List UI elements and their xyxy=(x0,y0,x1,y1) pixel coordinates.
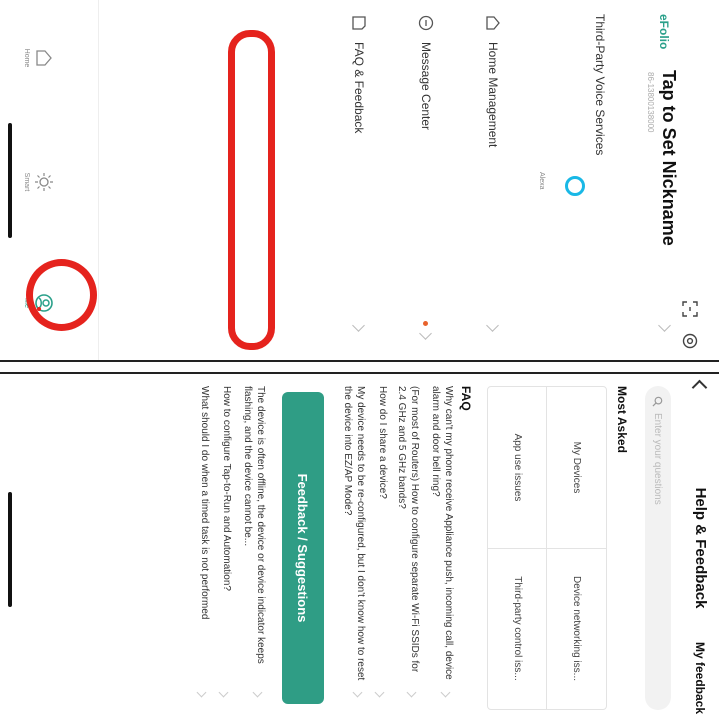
home-indicator-bar xyxy=(8,492,12,607)
unread-badge xyxy=(423,321,428,326)
category-third-party-control[interactable]: Third-party control iss... xyxy=(488,548,547,709)
tab-smart-label: Smart xyxy=(23,172,30,192)
faq-item[interactable]: (For most of Routers) How to configure s… xyxy=(395,386,421,686)
menu-item-home-management[interactable]: Home Management xyxy=(482,14,504,147)
category-my-devices[interactable]: My Devices xyxy=(547,387,606,548)
search-input[interactable]: Enter your questions xyxy=(645,386,671,710)
chevron-right-icon xyxy=(419,327,432,340)
chevron-right-icon xyxy=(440,687,451,698)
help-feedback-content: Help & Feedback My feedback Enter your q… xyxy=(0,374,719,722)
header-actions xyxy=(681,300,699,350)
me-tab-highlight-circle xyxy=(26,259,97,331)
search-placeholder: Enter your questions xyxy=(652,413,664,505)
faq-item[interactable]: What should I do when a timed task is no… xyxy=(198,386,211,686)
search-icon xyxy=(652,396,663,407)
most-asked-grid: My Devices Device networking iss... App … xyxy=(487,386,607,710)
chevron-right-icon xyxy=(352,687,363,698)
house-outline-icon xyxy=(486,16,500,30)
faq-item[interactable]: My device needs to be re-configured, but… xyxy=(341,386,367,686)
most-asked-title: Most Asked xyxy=(615,386,629,453)
profile-chevron-icon[interactable] xyxy=(658,319,671,332)
alexa-icon[interactable] xyxy=(565,176,585,196)
voice-services-label: Third-Party Voice Services xyxy=(593,14,607,156)
faq-item[interactable]: The device is often offline, the device … xyxy=(241,386,267,686)
sun-icon xyxy=(35,173,53,191)
menu-item-faq-feedback[interactable]: FAQ & Feedback xyxy=(348,14,370,133)
home-tab-icon xyxy=(36,50,52,66)
nickname-title[interactable]: Tap to Set Nickname xyxy=(658,70,679,246)
faq-highlight-box xyxy=(228,30,275,350)
menu-item-message-center[interactable]: Message Center xyxy=(415,14,437,130)
menu-item-label: FAQ & Feedback xyxy=(352,42,366,134)
profile-screen: eFolio Tap to Set Nickname 86-1380013800… xyxy=(0,0,719,362)
faq-item[interactable]: Why can't my phone receive Appliance pus… xyxy=(429,386,455,686)
menu-item-label: Home Management xyxy=(486,42,500,148)
brand-logo: eFolio xyxy=(657,14,671,50)
profile-screen-content: eFolio Tap to Set Nickname 86-1380013800… xyxy=(0,0,719,360)
settings-gear-icon[interactable] xyxy=(681,332,699,350)
category-device-networking[interactable]: Device networking iss... xyxy=(547,548,606,709)
chevron-right-icon xyxy=(406,687,417,698)
chevron-right-icon xyxy=(218,687,229,698)
document-icon xyxy=(352,16,366,30)
chevron-right-icon xyxy=(352,319,365,332)
chevron-right-icon xyxy=(196,687,207,698)
faq-item[interactable]: How to configure Tap-to-Run and Automati… xyxy=(220,386,233,686)
faq-item[interactable]: How do I share a device? xyxy=(376,386,389,686)
account-id: 86-13800138000 xyxy=(646,72,655,133)
scan-icon[interactable] xyxy=(681,300,699,318)
alert-circle-icon xyxy=(418,15,434,31)
tab-smart[interactable]: Smart xyxy=(23,162,54,202)
chevron-right-icon xyxy=(374,687,385,698)
feedback-suggestions-button[interactable]: Feedback / Suggestions xyxy=(282,392,324,704)
tab-home-label: Home xyxy=(23,48,30,68)
alexa-label: Alexa xyxy=(538,172,545,190)
chevron-right-icon xyxy=(486,319,499,332)
tab-home[interactable]: Home xyxy=(23,38,54,78)
category-app-use[interactable]: App use issues xyxy=(488,387,547,548)
my-feedback-link[interactable]: My feedback xyxy=(693,642,707,714)
menu-item-label: Message Center xyxy=(419,42,433,131)
home-indicator-bar xyxy=(8,123,12,238)
chevron-right-icon xyxy=(252,687,263,698)
help-feedback-screen: Help & Feedback My feedback Enter your q… xyxy=(0,372,719,722)
faq-title: FAQ xyxy=(459,386,473,411)
